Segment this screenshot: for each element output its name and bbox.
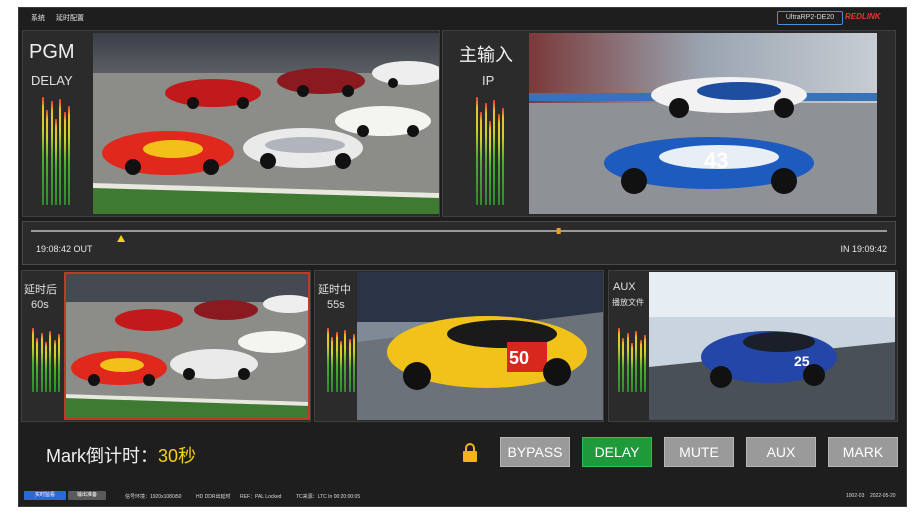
menu-delay-config[interactable]: 延时配置 bbox=[56, 13, 84, 23]
svg-text:50: 50 bbox=[509, 348, 529, 368]
svg-text:43: 43 bbox=[704, 148, 728, 173]
delay-button[interactable]: DELAY bbox=[582, 437, 652, 467]
preview-delaying-title: 延时中 bbox=[318, 284, 351, 296]
mute-button[interactable]: MUTE bbox=[664, 437, 734, 467]
preview-aux-meter bbox=[618, 328, 646, 392]
input-panel: 主输入 IP 43 bbox=[442, 30, 896, 217]
timeline-markers bbox=[117, 228, 561, 242]
preview-delayed-title: 延时后 bbox=[24, 284, 57, 296]
status-code: 1002-03 bbox=[846, 493, 865, 499]
status-bar: 实时监看 输出准备 信号环境：1920x1080i50 HD DDR出延时 RE… bbox=[19, 488, 906, 506]
preview-delayed-meter bbox=[32, 328, 60, 392]
preview-delaying[interactable]: 延时中 55s 50 bbox=[314, 270, 604, 422]
preview-delayed[interactable]: 延时后 60s bbox=[21, 270, 311, 422]
mark-countdown: Mark倒计时：30秒 bbox=[46, 442, 196, 468]
input-subtitle: IP bbox=[482, 73, 495, 88]
mark-button[interactable]: MARK bbox=[828, 437, 898, 467]
input-title: 主输入 bbox=[459, 45, 513, 65]
tab-realtime[interactable]: 实时监看 bbox=[24, 491, 66, 500]
input-video: 43 bbox=[529, 33, 877, 214]
input-audio-meter bbox=[476, 97, 504, 205]
signal-env: 信号环境：1920x1080i50 bbox=[125, 494, 182, 500]
tc-source: TC来源：LTC In 00:20:00:05 bbox=[296, 494, 361, 500]
tab-output[interactable]: 输出准备 bbox=[68, 491, 106, 500]
pgm-video bbox=[93, 33, 439, 214]
preview-delaying-sub: 55s bbox=[327, 299, 345, 311]
preview-delaying-meter bbox=[327, 328, 355, 392]
ref-status: REF：PAL Locked bbox=[240, 494, 282, 500]
preview-delaying-video: 50 bbox=[357, 272, 603, 420]
pgm-audio-meter bbox=[42, 97, 70, 205]
preview-delayed-video bbox=[64, 272, 310, 420]
pgm-subtitle: DELAY bbox=[31, 73, 73, 88]
pgm-title: PGM bbox=[29, 41, 75, 63]
mark-value: 30秒 bbox=[158, 446, 197, 466]
lock-icon[interactable] bbox=[462, 442, 478, 467]
in-time: IN 19:09:42 bbox=[840, 244, 887, 254]
preview-aux-video: 25 bbox=[649, 272, 895, 420]
brand-logo: REDLINK bbox=[845, 12, 881, 21]
aux-button[interactable]: AUX bbox=[746, 437, 816, 467]
hd-delay: HD DDR出延时 bbox=[196, 494, 231, 500]
preview-aux[interactable]: AUX 播放文件 25 bbox=[608, 270, 898, 422]
delay-timeline[interactable]: 19:08:42 OUT IN 19:09:42 bbox=[22, 221, 896, 265]
out-time: 19:08:42 OUT bbox=[36, 244, 93, 254]
status-date: 2022-05-20 bbox=[870, 493, 896, 499]
menu-system[interactable]: 系统 bbox=[31, 13, 45, 23]
menu-bar: 系统 延时配置 UltraRP2-DE20 REDLINK bbox=[19, 8, 906, 28]
preview-aux-title: AUX bbox=[613, 281, 636, 293]
device-model: UltraRP2-DE20 bbox=[777, 11, 843, 25]
app-window: 系统 延时配置 UltraRP2-DE20 REDLINK PGM DELAY bbox=[18, 7, 907, 507]
preview-aux-sub: 播放文件 bbox=[612, 298, 644, 307]
out-marker-icon bbox=[117, 235, 126, 242]
pgm-panel: PGM DELAY bbox=[22, 30, 440, 217]
playhead-marker bbox=[556, 228, 561, 234]
preview-delayed-sub: 60s bbox=[31, 299, 49, 311]
bypass-button[interactable]: BYPASS bbox=[500, 437, 570, 467]
mark-label: Mark倒计时： bbox=[46, 446, 158, 466]
